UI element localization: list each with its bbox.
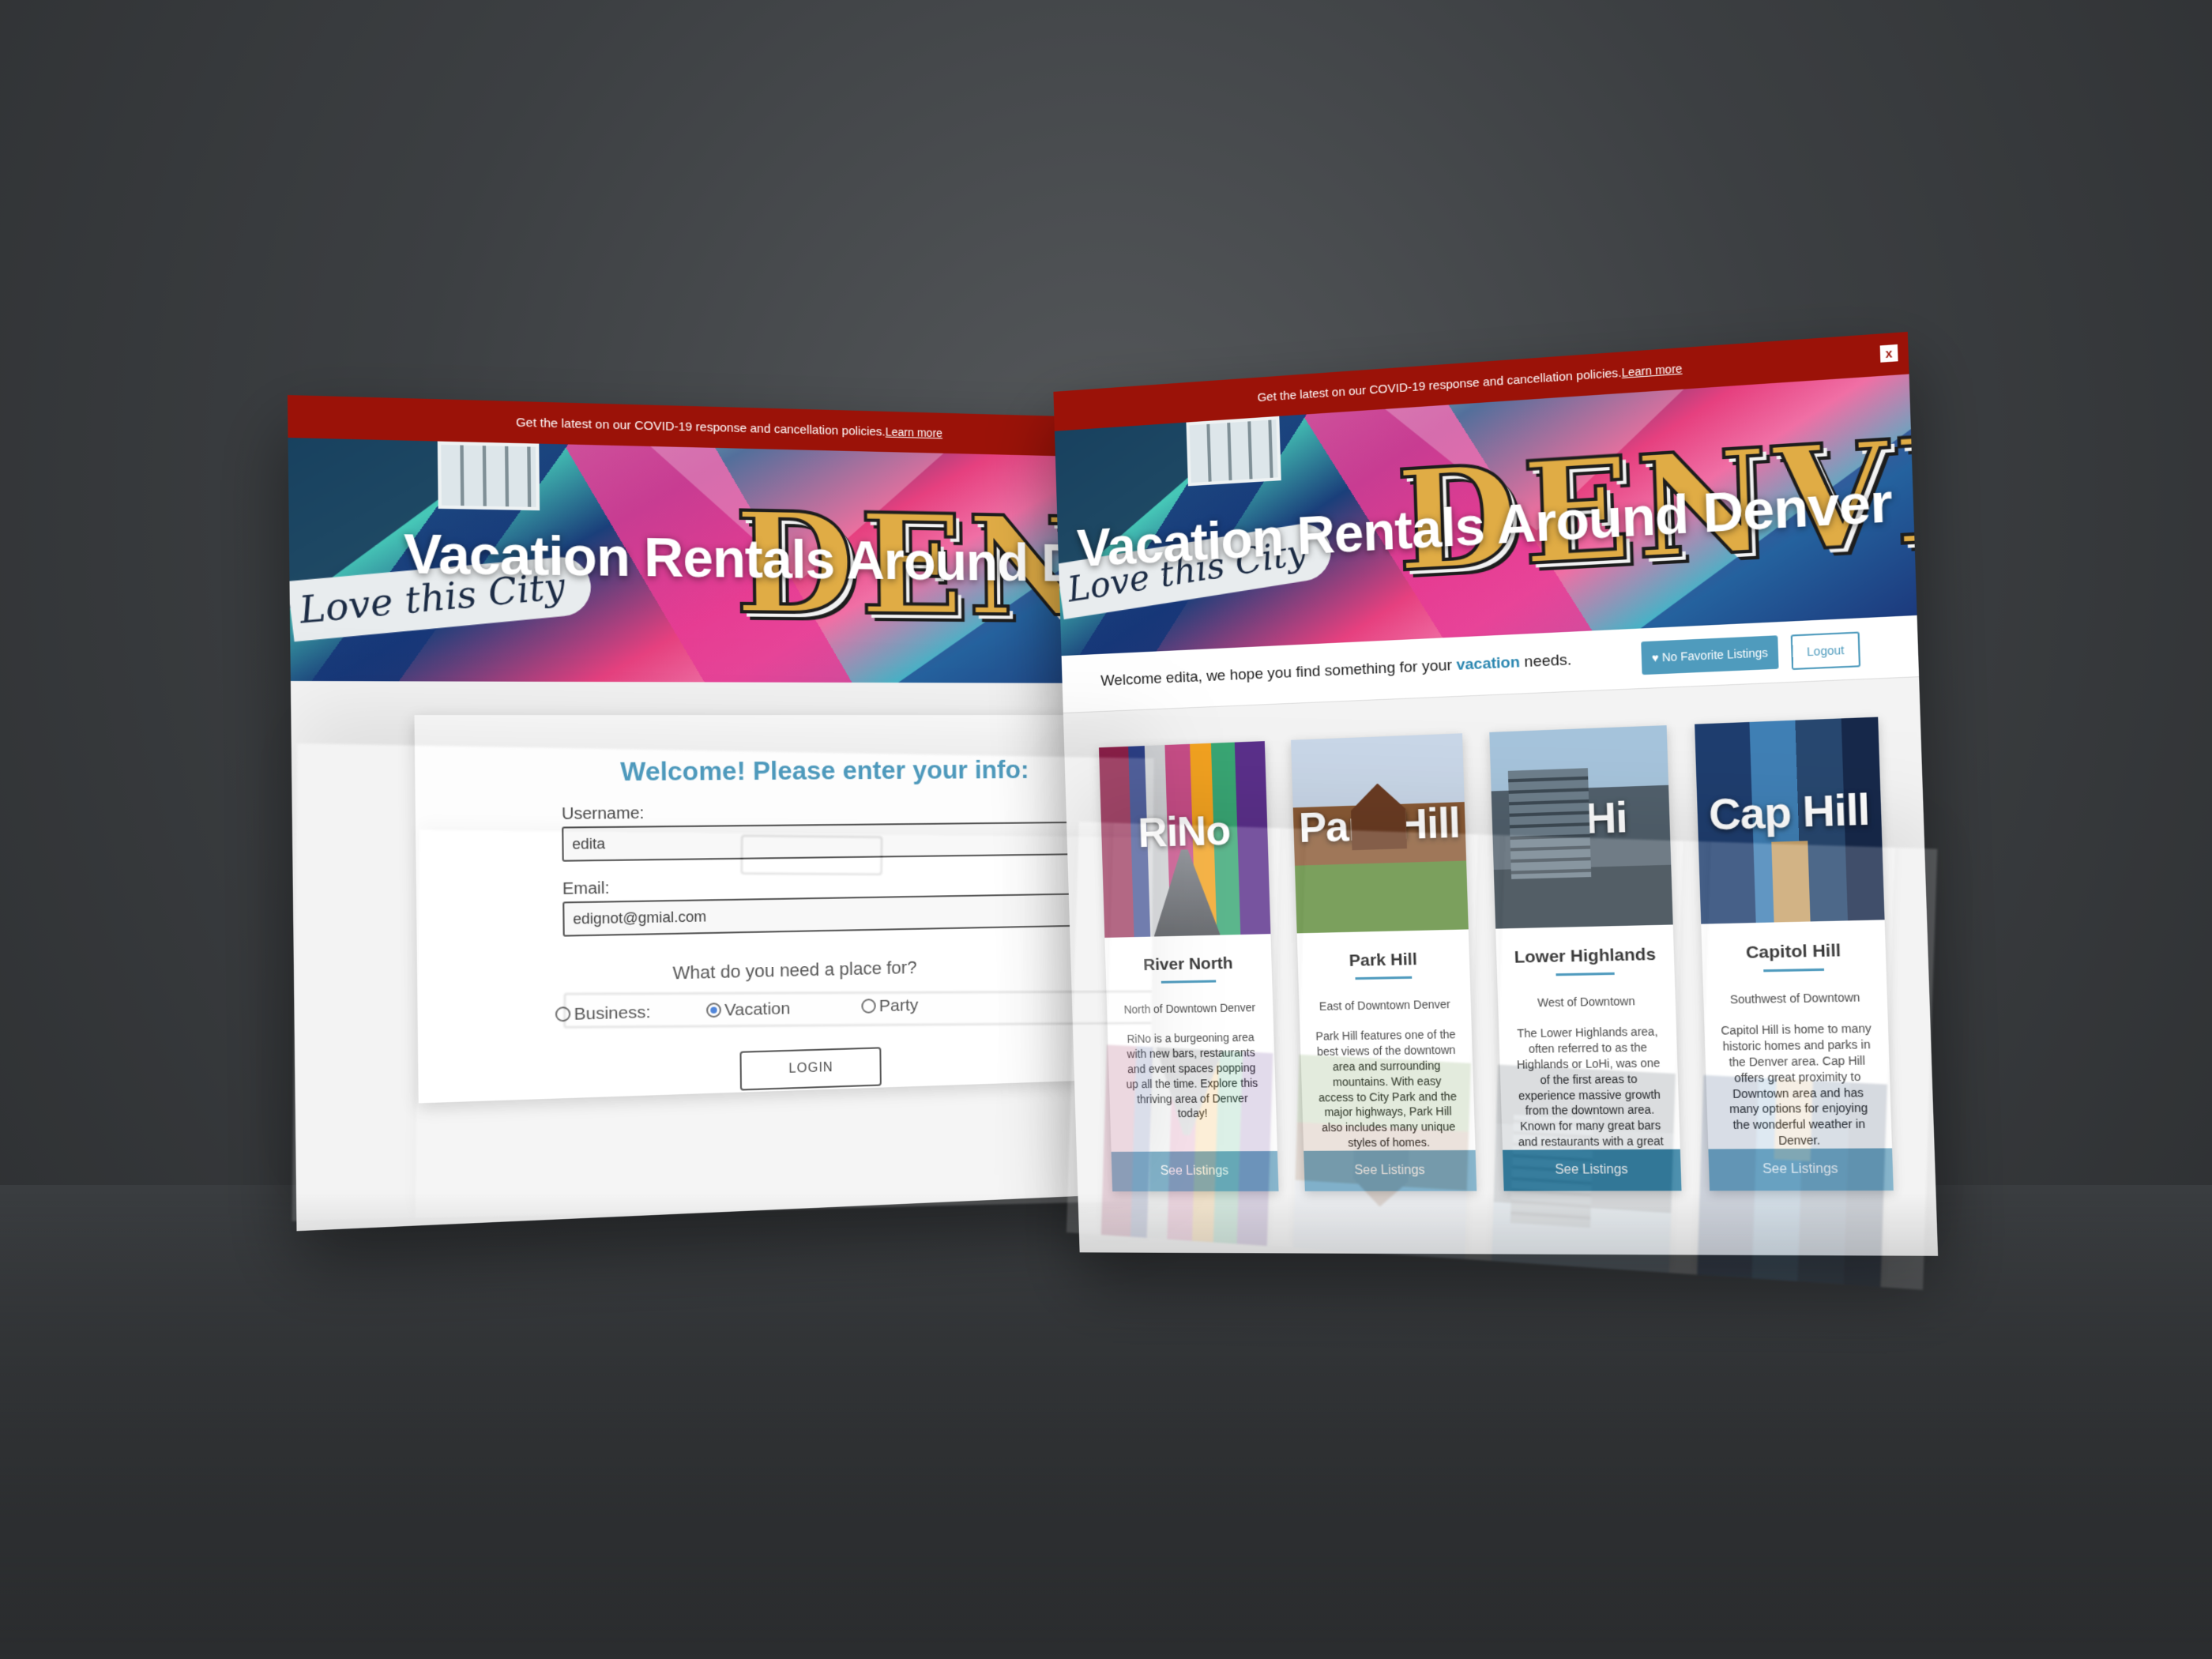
learn-more-link[interactable]: Learn more [1621,362,1682,379]
login-screen-reflection [292,743,1154,1221]
reflection-card [1101,822,1281,1246]
favorites-button[interactable]: ♥ No Favorite Listings [1641,635,1778,675]
welcome-purpose: vacation [1456,654,1520,674]
reflection-card [416,830,1154,1218]
floor-fade [0,1193,2212,1659]
close-icon[interactable]: x [1880,344,1898,363]
mural-window [1186,416,1281,487]
card-image-label: Cap Hill [1697,784,1882,841]
reflection-field [563,991,1153,1029]
mural-window [438,442,540,511]
hero-banner: Love this City DENV Vacation Rentals Aro… [288,438,1149,683]
welcome-suffix: needs. [1520,652,1572,672]
reflection-button [741,835,882,875]
welcome-message: Welcome edita, we hope you find somethin… [1100,652,1572,690]
learn-more-link[interactable]: Learn more [886,425,942,439]
reflection-body [292,743,1154,1221]
covid-banner-text: Get the latest on our COVID-19 response … [516,416,886,439]
welcome-prefix: Welcome edita, we hope you find somethin… [1100,656,1457,690]
logout-button[interactable]: Logout [1791,631,1860,670]
